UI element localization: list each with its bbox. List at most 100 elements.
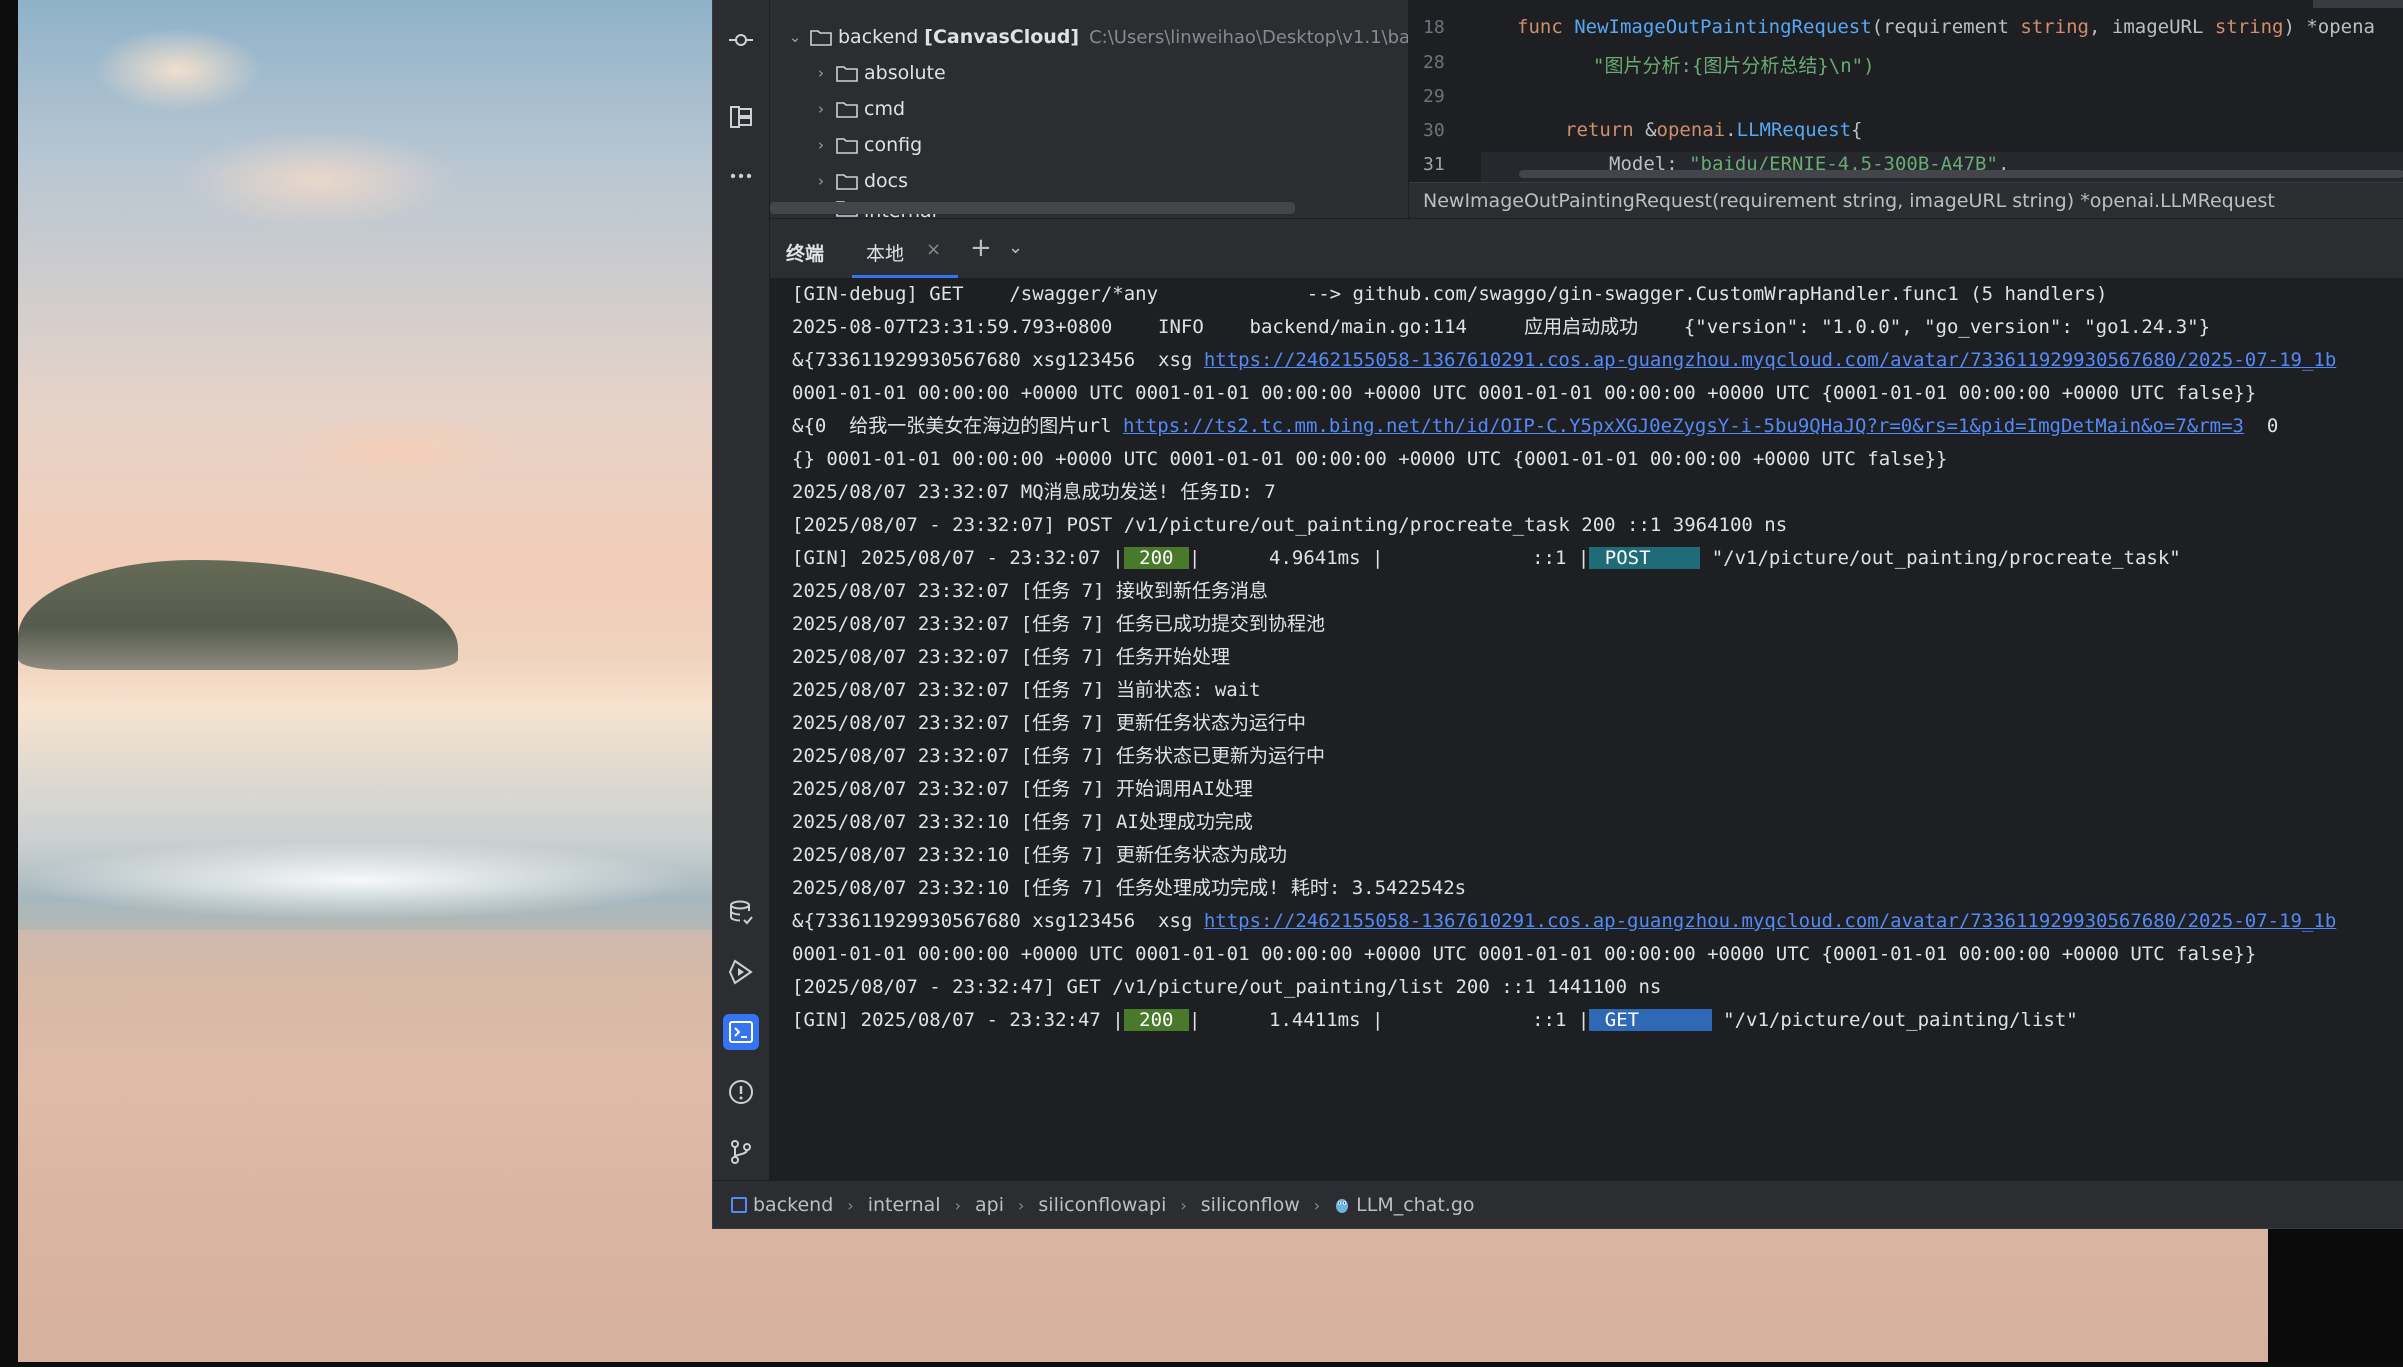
terminal-link[interactable]: https://ts2.tc.mm.bing.net/th/id/OIP-C.Y… — [1123, 415, 2244, 437]
terminal-line: 2025/08/07 23:32:07 [任务 7] 接收到新任务消息 — [792, 580, 1268, 602]
editor-horizontal-scrollbar[interactable] — [1519, 170, 2403, 178]
code-editor[interactable]: 18 28 29 30 31 func NewImageOutPaintingR… — [1409, 0, 2403, 219]
terminal-line: [2025/08/07 - 23:32:47] GET /v1/picture/… — [792, 976, 1662, 998]
line-number: 30 — [1423, 120, 1445, 141]
terminal-line: 2025/08/07 23:32:10 [任务 7] 任务处理成功完成! 耗时:… — [792, 877, 1467, 899]
run-icon[interactable] — [723, 954, 759, 990]
terminal-line: 2025/08/07 23:32:07 [任务 7] 更新任务状态为运行中 — [792, 712, 1306, 734]
tree-item-cmd[interactable]: › cmd — [810, 93, 905, 125]
screen-edge-bottom — [0, 1362, 2403, 1367]
tree-item-config[interactable]: › config — [810, 129, 922, 161]
code-line-18: func NewImageOutPaintingRequest(requirem… — [1517, 16, 2375, 38]
terminal-line: [GIN-debug] GET /swagger/*any --> github… — [792, 283, 2108, 305]
folder-icon — [836, 101, 858, 118]
breadcrumb-item-api[interactable]: api — [975, 1194, 1004, 1216]
terminal-line: [2025/08/07 - 23:32:07] POST /v1/picture… — [792, 514, 1788, 536]
tree-horizontal-scrollbar[interactable] — [770, 202, 1295, 214]
tree-root-label: backend — [838, 26, 919, 48]
status-badge: 200 — [1123, 1009, 1189, 1031]
tree-item-absolute[interactable]: › absolute — [810, 57, 946, 89]
terminal-line: 2025/08/07 23:32:07 [任务 7] 开始调用AI处理 — [792, 778, 1253, 800]
line-number: 31 — [1423, 154, 1445, 175]
method-badge: POST — [1589, 547, 1701, 569]
tree-item-label: absolute — [864, 62, 946, 84]
tree-item-label: docs — [864, 170, 909, 192]
tab-local-label: 本地 — [866, 243, 905, 265]
screen-edge — [0, 0, 18, 1367]
breadcrumb-item-siliconflow[interactable]: siliconflow — [1201, 1194, 1300, 1216]
chevron-right-icon: › — [954, 1195, 961, 1215]
tree-root-row[interactable]: ⌄ backend [CanvasCloud] C:\Users\linweih… — [784, 21, 1431, 53]
ide-window: ⌄ backend [CanvasCloud] C:\Users\linweih… — [712, 0, 2403, 1229]
terminal-line: &{733611929930567680 xsg123456 xsg https… — [792, 910, 2337, 932]
chevron-right-icon: › — [847, 1195, 854, 1215]
terminal-line: &{0 给我一张美女在海边的图片url https://ts2.tc.mm.bi… — [792, 415, 2279, 437]
terminal-line: 2025/08/07 23:32:07 [任务 7] 当前状态: wait — [792, 679, 1261, 701]
terminal-line-gin: [GIN] 2025/08/07 - 23:32:07 | 200 | 4.96… — [792, 547, 2181, 569]
breadcrumb: backend › internal › api › siliconflowap… — [713, 1180, 2403, 1228]
terminal-line: 2025-08-07T23:31:59.793+0800 INFO backen… — [792, 316, 2211, 338]
terminal-icon[interactable] — [723, 1014, 759, 1050]
breadcrumb-item-backend[interactable]: backend — [731, 1194, 833, 1216]
breadcrumb-item-internal[interactable]: internal — [868, 1194, 941, 1216]
activity-bar — [713, 0, 770, 1228]
chevron-right-icon[interactable]: › — [810, 64, 832, 82]
terminal-link[interactable]: https://2462155058-1367610291.cos.ap-gua… — [1204, 910, 2336, 932]
signature-hint: NewImageOutPaintingRequest(requirement s… — [1409, 182, 2403, 219]
tab-local[interactable]: 本地 × — [852, 219, 958, 279]
terminal-header: 终端 本地 × + ⌄ — [770, 218, 2403, 279]
tree-item-label: config — [864, 134, 923, 156]
wallpaper-wave — [18, 840, 698, 920]
line-number: 29 — [1423, 86, 1445, 107]
chevron-right-icon[interactable]: › — [810, 136, 832, 154]
chevron-down-icon[interactable]: ⌄ — [1008, 237, 1023, 258]
new-terminal-button[interactable]: + — [970, 233, 992, 263]
terminal-line-gin: [GIN] 2025/08/07 - 23:32:47 | 200 | 1.44… — [792, 1009, 2078, 1031]
terminal-line: 2025/08/07 23:32:10 [任务 7] 更新任务状态为成功 — [792, 844, 1287, 866]
commit-icon[interactable] — [723, 22, 759, 58]
tree-root-module: [CanvasCloud] — [924, 26, 1080, 48]
chevron-right-icon: › — [1017, 1195, 1025, 1215]
chevron-right-icon[interactable]: › — [810, 172, 832, 190]
breadcrumb-item-siliconflowapi[interactable]: siliconflowapi — [1038, 1194, 1166, 1216]
terminal-line: 2025/08/07 23:32:10 [任务 7] AI处理成功完成 — [792, 811, 1253, 833]
terminal-line: 2025/08/07 23:32:07 [任务 7] 任务开始处理 — [792, 646, 1230, 668]
project-tree: ⌄ backend [CanvasCloud] C:\Users\linweih… — [770, 0, 1452, 218]
chevron-right-icon: › — [1180, 1195, 1187, 1215]
line-gutter: 18 28 29 30 31 — [1409, 0, 1481, 180]
chevron-down-icon[interactable]: ⌄ — [784, 28, 806, 46]
tree-item-docs[interactable]: › docs — [810, 165, 908, 197]
terminal-line: 2025/08/07 23:32:07 [任务 7] 任务已成功提交到协程池 — [792, 613, 1325, 635]
folder-icon — [836, 137, 858, 154]
line-number: 18 — [1423, 17, 1445, 38]
terminal-line: {} 0001-01-01 00:00:00 +0000 UTC 0001-01… — [792, 448, 1948, 470]
tree-root-path: C:\Users\linweihao\Desktop\v1.1\back — [1089, 26, 1431, 48]
folder-icon — [836, 173, 858, 190]
terminal-title: 终端 — [786, 243, 825, 265]
method-badge: GET — [1589, 1009, 1712, 1031]
tree-item-label: cmd — [864, 98, 906, 120]
close-icon[interactable]: × — [926, 239, 941, 260]
more-icon[interactable] — [723, 158, 759, 194]
terminal-line: &{733611929930567680 xsg123456 xsg https… — [792, 349, 2337, 371]
chevron-right-icon: › — [1313, 1195, 1321, 1215]
git-icon[interactable] — [723, 1134, 759, 1170]
chevron-right-icon[interactable]: › — [810, 100, 832, 118]
folder-icon — [810, 29, 832, 46]
terminal-line: 0001-01-01 00:00:00 +0000 UTC 0001-01-01… — [792, 382, 2257, 404]
terminal-line: 2025/08/07 23:32:07 MQ消息成功发送! 任务ID: 7 — [792, 481, 1276, 503]
terminal-line: 0001-01-01 00:00:00 +0000 UTC 0001-01-01… — [792, 943, 2257, 965]
code-line-30: return &openai.LLMRequest{ — [1565, 119, 1863, 141]
terminal-output[interactable]: [GIN-debug] GET /swagger/*any --> github… — [770, 278, 2403, 1180]
module-icon — [731, 1197, 747, 1213]
folder-icon — [836, 65, 858, 82]
problems-icon[interactable] — [723, 1074, 759, 1110]
database-icon[interactable] — [723, 894, 759, 930]
terminal-line: 2025/08/07 23:32:07 [任务 7] 任务状态已更新为运行中 — [792, 745, 1325, 767]
window-edge — [2313, 0, 2403, 8]
terminal-link[interactable]: https://2462155058-1367610291.cos.ap-gua… — [1204, 349, 2336, 371]
breadcrumb-item-file[interactable]: LLM_chat.go — [1334, 1194, 1475, 1216]
go-file-icon — [1336, 1199, 1349, 1213]
structure-icon[interactable] — [723, 99, 759, 135]
line-number: 28 — [1423, 52, 1445, 73]
